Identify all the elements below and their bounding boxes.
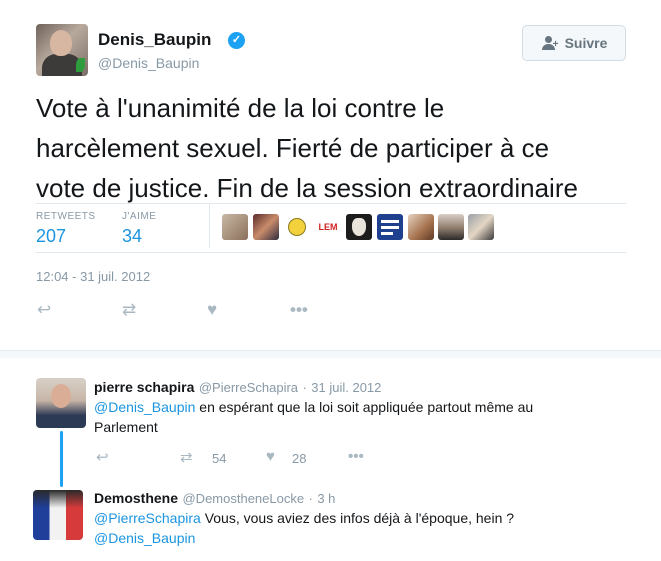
follow-label: Suivre [564,35,608,51]
reply-date[interactable]: 31 juil. 2012 [311,380,381,395]
mention-link[interactable]: @Denis_Baupin [94,399,195,415]
likes-count[interactable]: 34 [122,226,142,247]
liker-avatar[interactable] [438,214,464,240]
more-icon[interactable]: ••• [290,300,308,320]
retweet-icon[interactable]: ⇄ [180,448,193,466]
like-icon[interactable]: ♥ [266,448,275,465]
reply-text-content: Parlement [94,419,158,435]
divider [209,204,210,248]
divider [36,252,626,253]
tweet-text-line: vote de justice. Fin de la session extra… [36,173,578,203]
reply-icon[interactable]: ↩ [37,300,51,320]
liker-avatar[interactable] [377,214,403,240]
reply-author-handle[interactable]: @DemostheneLocke [182,491,304,506]
mention-link[interactable]: @Denis_Baupin [94,530,195,546]
reply-text-content: Vous, vous aviez des infos déjà à l'époq… [200,510,515,526]
retweet-count: 54 [212,451,227,466]
reply-header: Demosthene @DemostheneLocke · 3 h [94,490,335,508]
separator: · [302,380,307,395]
reply-text: @PierreSchapira Vous, vous aviez des inf… [94,508,614,548]
divider [36,203,626,204]
tweet-text-line: Vote à l'unanimité de la loi contre le [36,93,445,123]
reply-header: pierre schapira @PierreSchapira · 31 jui… [94,379,381,397]
tweet-text: Vote à l'unanimité de la loi contre le h… [36,88,636,208]
liker-avatar[interactable] [222,214,248,240]
liker-avatar[interactable] [253,214,279,240]
retweet-icon[interactable]: ⇄ [122,300,136,320]
reply-text: @Denis_Baupin en espérant que la loi soi… [94,397,614,437]
retweets-count[interactable]: 207 [36,226,66,247]
author-avatar[interactable] [36,24,88,76]
liker-avatar[interactable]: LEM [315,214,341,240]
thread-connector [60,431,63,487]
add-user-icon: + [541,36,559,50]
reply-author-name[interactable]: Demosthene [94,490,178,506]
liker-avatar[interactable] [468,214,494,240]
likes-label: J'AIME [122,211,157,222]
liker-avatar[interactable] [346,214,372,240]
author-handle[interactable]: @Denis_Baupin [98,55,199,71]
author-name[interactable]: Denis_Baupin [98,30,211,50]
more-icon[interactable]: ••• [348,448,364,465]
verified-badge-icon: ✓ [228,32,245,49]
like-count: 28 [292,451,307,466]
liker-avatar[interactable] [408,214,434,240]
follow-button[interactable]: + Suivre [522,25,626,61]
mention-link[interactable]: @PierreSchapira [94,510,201,526]
separator: · [308,491,313,506]
like-icon[interactable]: ♥ [207,300,217,320]
retweets-label: RETWEETS [36,211,96,222]
reply-avatar[interactable] [36,378,86,428]
liker-avatar[interactable] [284,214,310,240]
reply-date[interactable]: 3 h [317,491,335,506]
section-divider [0,350,661,358]
reply-author-handle[interactable]: @PierreSchapira [199,380,298,395]
reply-icon[interactable]: ↩ [96,448,109,466]
reply-author-name[interactable]: pierre schapira [94,379,194,395]
reply-avatar[interactable] [33,490,83,540]
reply-text-content: en espérant que la loi soit appliquée pa… [195,399,534,415]
tweet-timestamp[interactable]: 12:04 - 31 juil. 2012 [36,269,150,284]
tweet-text-line: harcèlement sexuel. Fierté de participer… [36,133,550,163]
